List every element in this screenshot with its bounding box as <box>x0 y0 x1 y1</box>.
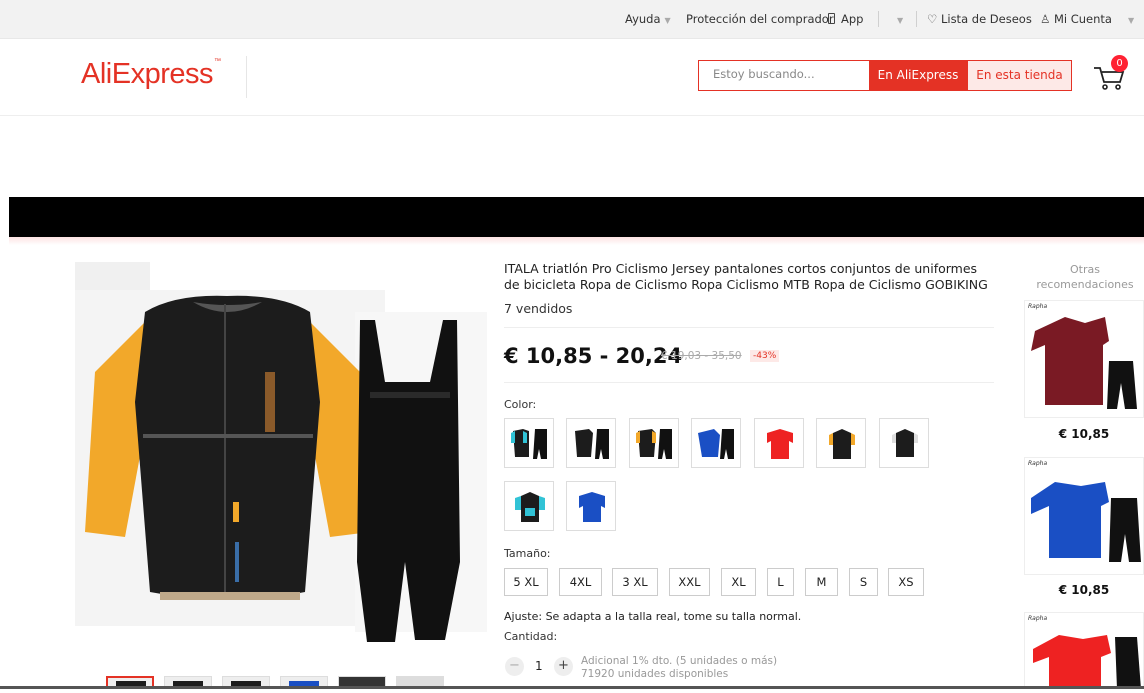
size-option[interactable]: XL <box>721 568 756 596</box>
recommendation-card[interactable]: Rapha <box>1024 300 1144 418</box>
jersey-thumbnail <box>511 429 547 459</box>
recommendation-card[interactable]: Rapha <box>1024 612 1144 689</box>
account-label: Mi Cuenta <box>1053 12 1112 26</box>
product-image <box>1031 482 1141 562</box>
top-utility-bar: Ayuda ▼ Protección del comprador App ▼ ♡ … <box>0 0 1144 39</box>
color-swatch[interactable] <box>504 418 554 468</box>
search-store-button[interactable]: En esta tienda <box>967 60 1072 91</box>
divider <box>504 327 994 328</box>
divider <box>916 11 917 27</box>
buyer-protection-link[interactable]: Protección del comprador <box>686 12 834 26</box>
stock-available: 71920 unidades disponibles <box>581 668 729 680</box>
discount-badge: -43% <box>750 350 780 362</box>
divider <box>878 11 879 27</box>
product-image <box>1033 635 1141 689</box>
original-price: € 19,03 - 35,50 <box>661 350 742 362</box>
phone-icon <box>828 13 835 24</box>
color-swatch[interactable] <box>816 418 866 468</box>
quantity-decrease-button[interactable]: − <box>505 657 524 676</box>
color-swatch[interactable] <box>691 418 741 468</box>
fit-note: Ajuste: Se adapta a la talla real, tome … <box>504 610 802 623</box>
recommendations-title: Otras recomendaciones <box>1036 263 1134 291</box>
banner-shadow <box>9 237 1144 245</box>
color-swatch[interactable] <box>566 481 616 531</box>
quantity-label: Cantidad: <box>504 630 558 643</box>
user-icon: ♙ <box>1040 12 1054 26</box>
store-banner <box>9 197 1144 237</box>
jersey-thumbnail <box>767 429 793 459</box>
aliexpress-logo[interactable]: AliExpress™ <box>81 58 221 91</box>
jersey-thumbnail <box>829 429 855 459</box>
size-option[interactable]: 5 XL <box>504 568 548 596</box>
color-swatch[interactable] <box>879 418 929 468</box>
jersey-thumbnail <box>636 429 672 459</box>
cart-count-badge: 0 <box>1111 55 1128 72</box>
language-menu[interactable]: ▼ <box>893 12 903 26</box>
product-main-image[interactable] <box>75 262 487 660</box>
size-option[interactable]: 3 XL <box>612 568 658 596</box>
jersey-thumbnail <box>892 429 918 457</box>
color-swatch[interactable] <box>504 481 554 531</box>
recommendation-price: € 10,85 <box>1058 427 1110 441</box>
cycling-jersey-illustration <box>85 295 460 642</box>
help-menu[interactable]: Ayuda ▼ <box>625 12 671 26</box>
app-label: App <box>841 12 864 26</box>
size-option[interactable]: 4XL <box>559 568 602 596</box>
jersey-thumbnail <box>698 429 734 459</box>
search-aliexpress-button[interactable]: En AliExpress <box>869 60 967 91</box>
color-swatch[interactable] <box>629 418 679 468</box>
trademark-icon: ™ <box>214 58 221 65</box>
chevron-down-icon: ▼ <box>664 16 671 25</box>
quantity-value[interactable]: 1 <box>535 659 543 673</box>
jersey-thumbnail <box>515 492 545 522</box>
rapha-logo: Rapha <box>1028 460 1048 467</box>
heart-icon: ♡ <box>927 12 941 26</box>
help-label: Ayuda <box>625 12 661 26</box>
bulk-discount-note: Adicional 1% dto. (5 unidades o más) <box>581 655 778 667</box>
recommendation-price: € 10,85 <box>1058 583 1110 597</box>
product-price: € 10,85 - 20,24 <box>504 344 683 368</box>
divider <box>246 56 247 98</box>
search-input[interactable]: Estoy buscando... <box>698 60 869 91</box>
account-chevron[interactable]: ▼ <box>1124 12 1134 26</box>
quantity-increase-button[interactable]: + <box>554 657 573 676</box>
product-title: ITALA triatlón Pro Ciclismo Jersey panta… <box>504 261 988 292</box>
chevron-down-icon: ▼ <box>1128 16 1135 25</box>
size-option[interactable]: XS <box>888 568 924 596</box>
quantity-info: Adicional 1% dto. (5 unidades o más) 719… <box>581 655 777 681</box>
size-option[interactable]: L <box>767 568 794 596</box>
account-menu[interactable]: ♙ Mi Cuenta <box>1040 12 1112 26</box>
size-label: Tamaño: <box>504 547 551 560</box>
size-option[interactable]: M <box>805 568 838 596</box>
product-image <box>1031 317 1137 409</box>
jersey-thumbnail <box>575 429 609 459</box>
size-option[interactable]: S <box>849 568 878 596</box>
chevron-down-icon: ▼ <box>897 16 904 25</box>
wishlist-link[interactable]: ♡ Lista de Deseos <box>927 12 1032 26</box>
app-link[interactable]: App <box>828 12 863 26</box>
size-option[interactable]: XXL <box>669 568 710 596</box>
divider <box>504 382 994 383</box>
color-swatch[interactable] <box>754 418 804 468</box>
rapha-logo: Rapha <box>1028 303 1048 310</box>
sold-count: 7 vendidos <box>504 301 573 316</box>
color-label: Color: <box>504 398 537 411</box>
recommendation-card[interactable]: Rapha <box>1024 457 1144 575</box>
jersey-thumbnail <box>579 492 605 522</box>
logo-text: AliExpress <box>81 58 214 90</box>
wishlist-label: Lista de Deseos <box>940 12 1032 26</box>
rapha-logo: Rapha <box>1028 615 1048 622</box>
color-swatch[interactable] <box>566 418 616 468</box>
